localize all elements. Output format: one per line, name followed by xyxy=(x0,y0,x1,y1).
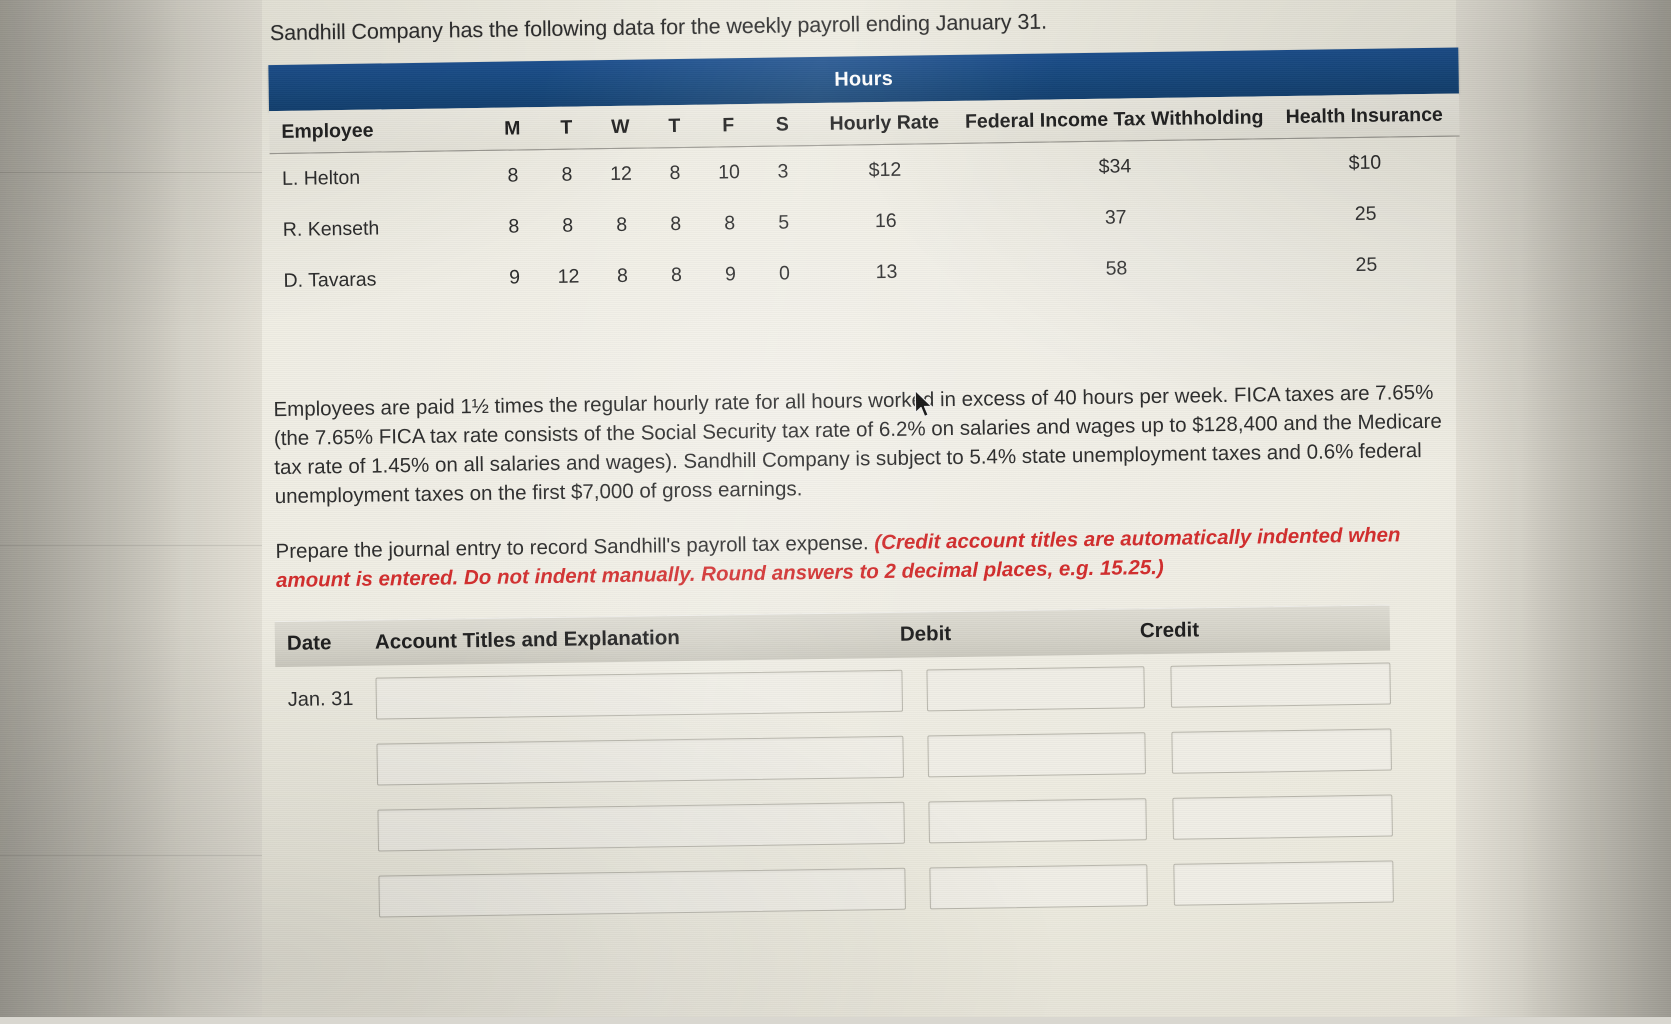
debit-input-4[interactable] xyxy=(929,864,1148,910)
debit-input-1[interactable] xyxy=(926,666,1146,712)
credit-input-1[interactable] xyxy=(1170,662,1391,708)
account-title-input-2[interactable] xyxy=(376,735,905,786)
intro-prompt: Sandhill Company has the following data … xyxy=(269,9,1048,46)
cell-thu: 8 xyxy=(670,213,682,236)
cell-fri: 9 xyxy=(724,263,737,286)
cell-federal: $34 xyxy=(1098,155,1132,178)
question-lead: Prepare the journal entry to record Sand… xyxy=(275,531,875,564)
cell-sat: 5 xyxy=(778,211,790,234)
cell-mon: 9 xyxy=(508,266,521,289)
column-header-saturday: S xyxy=(754,103,810,147)
credit-input-4[interactable] xyxy=(1173,860,1394,906)
payroll-body: L. Helton 8 8 12 8 10 3 $12 $34 $10 R. K… xyxy=(270,136,1462,307)
question-block: Prepare the journal entry to record Sand… xyxy=(275,520,1456,596)
credit-input-3[interactable] xyxy=(1172,794,1393,840)
cell-fri: 10 xyxy=(717,161,741,184)
cell-wed: 12 xyxy=(610,162,633,186)
column-header-date: Date xyxy=(286,631,332,655)
cell-federal: 37 xyxy=(1104,206,1127,229)
cell-sat: 3 xyxy=(777,160,789,183)
cell-fri: 8 xyxy=(724,212,736,235)
cell-hourly-rate: $12 xyxy=(868,158,902,182)
account-title-input-3[interactable] xyxy=(377,801,905,852)
account-title-input-4[interactable] xyxy=(378,867,906,918)
cell-tue: 8 xyxy=(561,163,573,186)
journal-date-label xyxy=(277,765,377,766)
column-header-federal-income-tax-withholding: Federal Income Tax Withholding xyxy=(958,96,1270,144)
column-header-account-titles: Account Titles and Explanation xyxy=(374,626,680,654)
cell-thu: 8 xyxy=(669,162,681,185)
column-header-debit: Debit xyxy=(899,622,952,646)
cell-wed: 8 xyxy=(616,213,628,236)
column-header-employee: Employee xyxy=(269,107,486,154)
column-header-friday: F xyxy=(701,103,756,148)
cell-health: 25 xyxy=(1354,202,1377,226)
page-content: Sandhill Company has the following data … xyxy=(248,0,1503,1024)
column-header-wednesday: W xyxy=(593,105,648,149)
debit-input-3[interactable] xyxy=(928,798,1147,844)
cell-federal: 58 xyxy=(1105,257,1128,280)
screen-left-bezel xyxy=(0,0,262,1017)
cell-hourly-rate: 16 xyxy=(874,209,897,233)
column-header-credit: Credit xyxy=(1139,618,1200,643)
cell-employee: D. Tavaras xyxy=(283,268,377,292)
account-title-input-1[interactable] xyxy=(375,669,904,720)
cell-employee: R. Kenseth xyxy=(282,217,380,241)
cell-mon: 8 xyxy=(508,215,520,238)
cell-thu: 8 xyxy=(670,263,683,287)
payroll-table: Hours Employee M T W T F S Hourly Rate F… xyxy=(268,47,1461,307)
cell-tue: 8 xyxy=(562,214,574,237)
journal-date-label: Jan. 31 xyxy=(287,687,354,711)
cell-health: 25 xyxy=(1355,253,1378,277)
cell-sat: 0 xyxy=(778,262,791,285)
journal-date-label xyxy=(279,897,379,898)
cell-tue: 12 xyxy=(557,265,580,288)
cell-wed: 8 xyxy=(616,264,629,287)
credit-input-2[interactable] xyxy=(1171,728,1392,774)
journal-date-label xyxy=(278,831,378,832)
column-header-hourly-rate: Hourly Rate xyxy=(808,100,960,146)
body-paragraph: Employees are paid 1½ times the regular … xyxy=(273,380,1442,509)
column-header-monday: M xyxy=(485,107,540,151)
screen-photo-surface: Sandhill Company has the following data … xyxy=(0,0,1671,1017)
debit-input-2[interactable] xyxy=(927,732,1146,778)
cell-employee: L. Helton xyxy=(281,166,361,190)
cell-mon: 8 xyxy=(507,164,519,187)
journal-entry-table: Date Account Titles and Explanation Debi… xyxy=(274,604,1394,932)
cell-hourly-rate: 13 xyxy=(875,260,898,284)
column-header-health-insurance: Health Insurance xyxy=(1268,93,1460,139)
cell-health: $10 xyxy=(1348,151,1382,175)
column-header-thursday: T xyxy=(647,104,702,148)
column-header-tuesday: T xyxy=(539,106,594,150)
